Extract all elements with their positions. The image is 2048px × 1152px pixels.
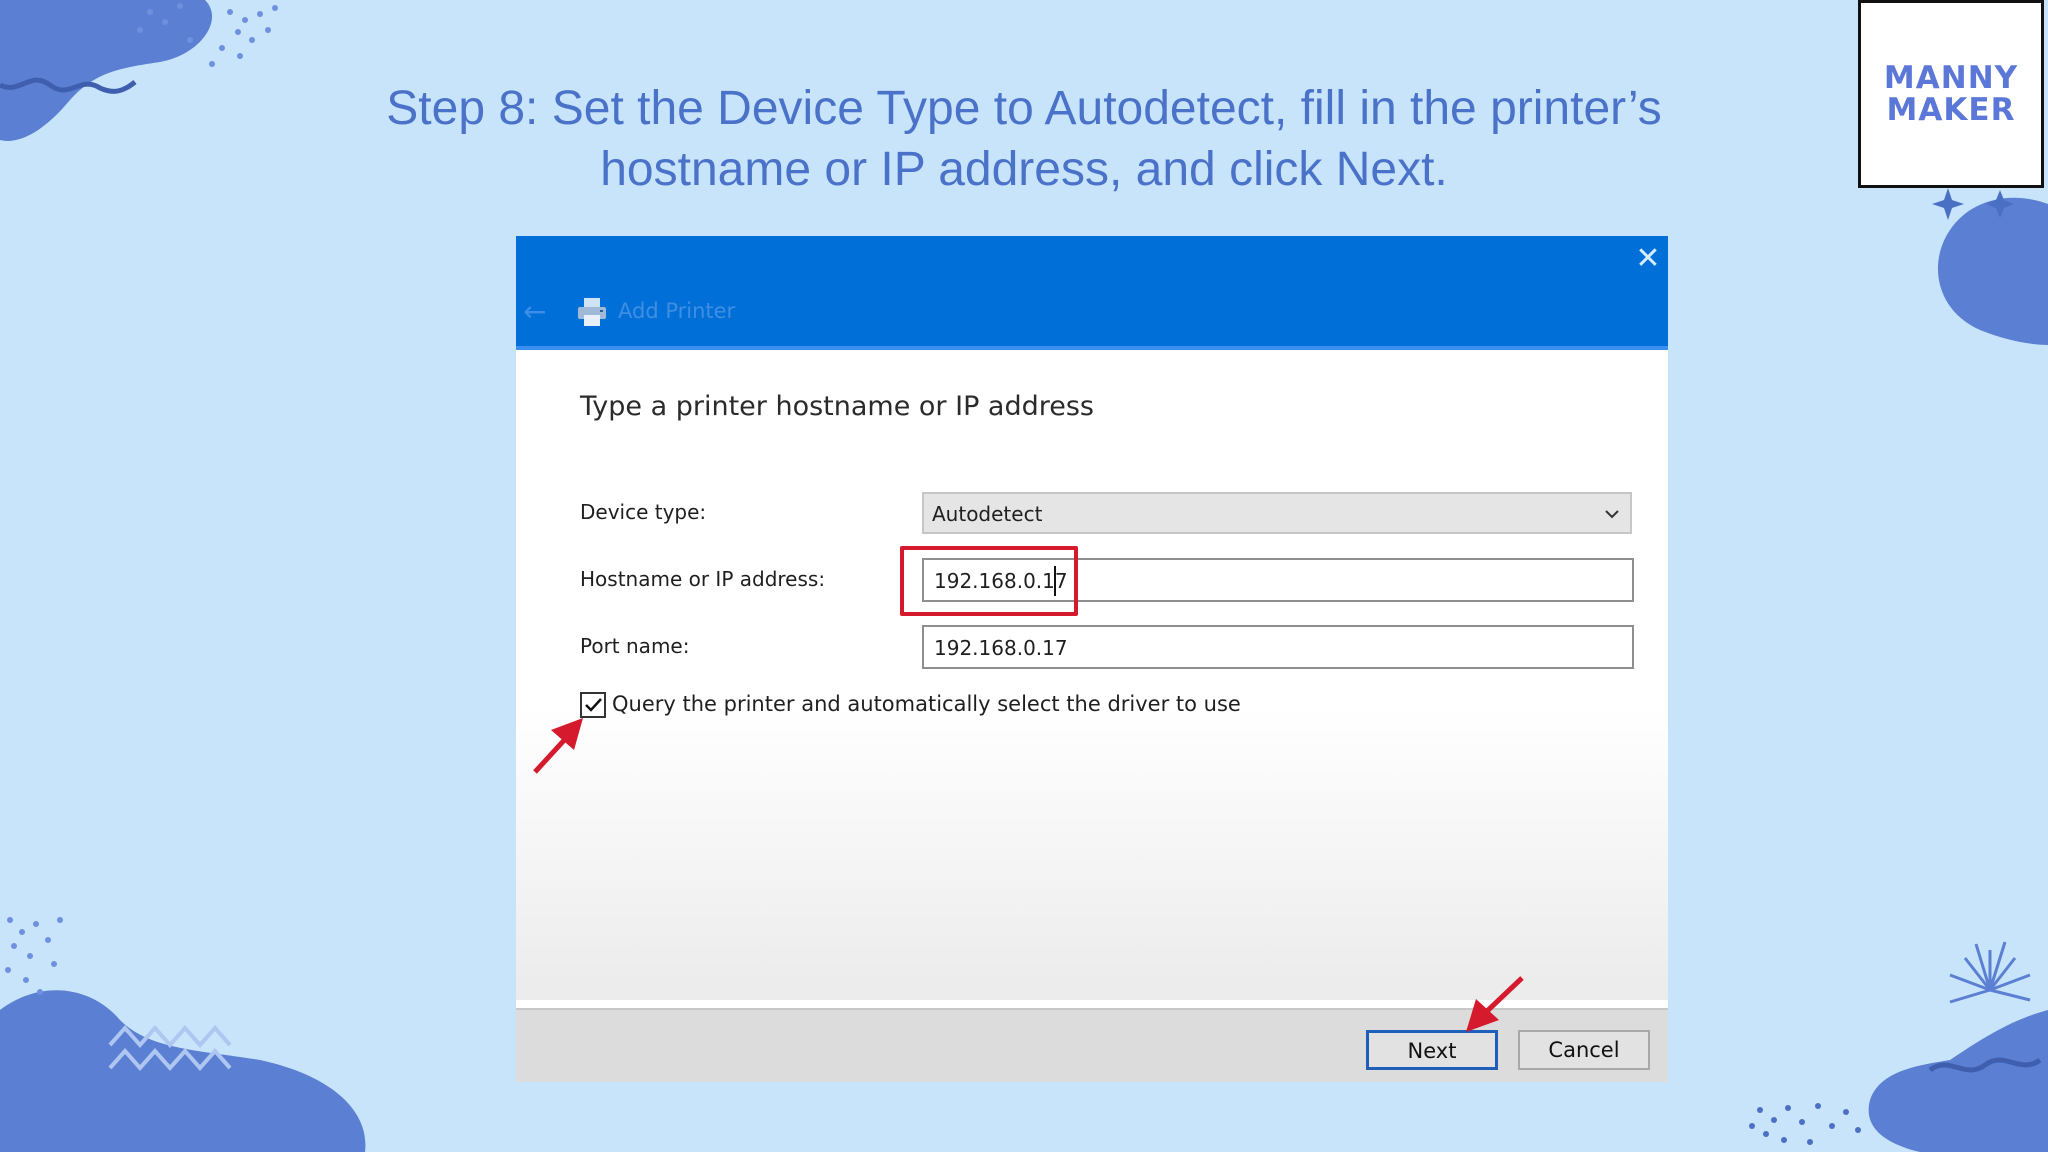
port-name-label: Port name: [580,634,690,658]
device-type-select[interactable]: Autodetect [922,492,1632,534]
brand-logo: MANNY MAKER [1858,0,2044,188]
decoration-top-right [1932,188,2048,345]
dialog-title: Add Printer [618,299,736,323]
checkmark-icon [585,698,602,712]
logo-line-1: MANNY [1883,60,2019,96]
port-name-input[interactable]: 192.168.0.17 [922,625,1634,669]
logo-line-2: MAKER [1886,92,2016,128]
next-button[interactable]: Next [1366,1030,1498,1070]
slide-title-line-2: hostname or IP address, and click Next. [600,143,1448,196]
dialog-body [516,350,1668,1000]
cancel-button[interactable]: Cancel [1518,1030,1650,1070]
close-icon[interactable]: ✕ [1631,242,1665,276]
slide-title-line-1: Step 8: Set the Device Type to Autodetec… [386,82,1662,135]
hostname-label: Hostname or IP address: [580,567,826,591]
device-type-value: Autodetect [932,502,1043,526]
decoration-bottom-right [1749,941,2048,1152]
decoration-bottom-left [0,917,366,1152]
slide-title: Step 8: Set the Device Type to Autodetec… [0,78,2048,200]
hostname-highlight-box [900,546,1078,616]
add-printer-dialog: ✕ ← Add Printer Type a printer hostname … [516,236,1668,1082]
dialog-titlebar: ✕ ← Add Printer [516,236,1668,350]
port-name-value: 192.168.0.17 [934,636,1068,660]
device-type-label: Device type: [580,500,707,524]
dialog-heading: Type a printer hostname or IP address [580,391,1095,422]
back-arrow-icon[interactable]: ← [523,298,546,326]
printer-icon [578,298,606,326]
query-printer-checkbox[interactable] [580,692,606,718]
chevron-down-icon [1605,510,1619,519]
query-printer-label[interactable]: Query the printer and automatically sele… [612,691,1241,717]
